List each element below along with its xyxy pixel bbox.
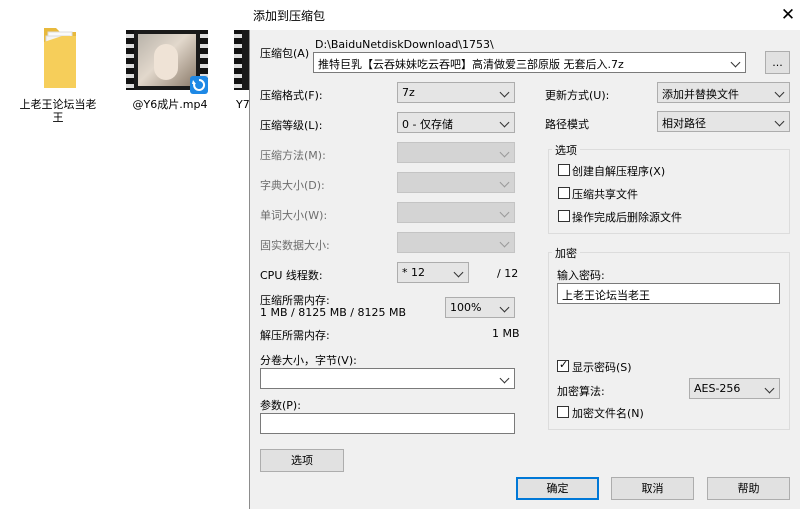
show-password-checkbox[interactable] [557, 358, 569, 372]
level-value: 0 - 仅存储 [402, 118, 453, 131]
encrypt-filenames-checkbox[interactable] [557, 406, 569, 418]
video-label-2: Y7 [236, 98, 249, 111]
desktop-folder[interactable]: 上老王论坛当老 王 [14, 18, 102, 128]
browse-button[interactable]: ... [765, 51, 790, 74]
format-value: 7z [402, 86, 415, 99]
sync-badge-icon [190, 76, 208, 94]
show-password-label: 显示密码(S) [572, 361, 632, 374]
encryption-method-select[interactable]: AES-256 [689, 378, 780, 399]
archive-filename: 推特巨乳【云吞妹妹吃云吞吧】高清做爱三部原版 无套后入.7z [318, 58, 624, 71]
desktop-video-file[interactable]: @Y6成片.mp4 [120, 26, 220, 116]
password-input[interactable]: 上老王论坛当老王 [557, 283, 780, 304]
video-label: @Y6成片.mp4 [132, 98, 208, 111]
word-size-select [397, 202, 515, 223]
dictionary-select [397, 172, 515, 193]
options-button[interactable]: 选项 [260, 449, 344, 472]
close-icon[interactable]: ✕ [776, 3, 800, 27]
delete-source-label: 操作完成后删除源文件 [572, 211, 682, 224]
cpu-threads-value: * 12 [402, 266, 425, 279]
method-label: 压缩方法(M): [260, 149, 326, 162]
path-mode-value: 相对路径 [662, 117, 706, 130]
split-volume-combo[interactable] [260, 368, 515, 389]
parameters-label: 参数(P): [260, 399, 301, 412]
encrypt-filenames-label: 加密文件名(N) [572, 407, 644, 420]
dialog-titlebar[interactable] [249, 0, 800, 30]
encryption-method-value: AES-256 [694, 382, 741, 395]
folder-icon [32, 22, 84, 94]
archive-folder-path: D:\BaiduNetdiskDownload\1753\ [315, 38, 494, 51]
archive-filename-combo[interactable]: 推特巨乳【云吞妹妹吃云吞吧】高清做爱三部原版 无套后入.7z [313, 52, 746, 73]
format-select[interactable]: 7z [397, 82, 515, 103]
parameters-input[interactable] [260, 413, 515, 434]
delete-source-checkbox[interactable] [558, 210, 570, 222]
cpu-threads-select[interactable]: * 12 [397, 262, 469, 283]
update-mode-select[interactable]: 添加并替换文件 [657, 82, 790, 103]
encryption-group-title: 加密 [552, 245, 580, 261]
archive-label: 压缩包(A) [260, 47, 310, 60]
options-group-title: 选项 [552, 142, 580, 158]
solid-block-label: 固实数据大小: [260, 239, 330, 252]
sfx-label: 创建自解压程序(X) [572, 165, 666, 178]
help-button[interactable]: 帮助 [707, 477, 790, 500]
format-label: 压缩格式(F): [260, 89, 323, 102]
video-thumbnail-2 [234, 30, 249, 90]
memory-percent-select[interactable]: 100% [445, 297, 515, 318]
cpu-threads-total: / 12 [497, 267, 519, 280]
method-select [397, 142, 515, 163]
shared-files-label: 压缩共享文件 [572, 188, 638, 201]
ok-button[interactable]: 确定 [516, 477, 599, 500]
update-mode-value: 添加并替换文件 [662, 88, 739, 101]
dictionary-label: 字典大小(D): [260, 179, 325, 192]
path-mode-select[interactable]: 相对路径 [657, 111, 790, 132]
cancel-button[interactable]: 取消 [611, 477, 694, 500]
split-volume-label: 分卷大小，字节(V): [260, 354, 357, 367]
password-label: 输入密码: [557, 269, 605, 282]
encryption-method-label: 加密算法: [557, 385, 605, 398]
memory-detail: 1 MB / 8125 MB / 8125 MB [260, 306, 406, 319]
dialog-title: 添加到压缩包 [253, 9, 326, 23]
shared-files-checkbox[interactable] [558, 187, 570, 199]
path-mode-label: 路径模式 [545, 118, 589, 131]
folder-label: 上老王论坛当老 王 [19, 98, 97, 124]
level-select[interactable]: 0 - 仅存储 [397, 112, 515, 133]
level-label: 压缩等级(L): [260, 119, 323, 132]
solid-block-select [397, 232, 515, 253]
sfx-checkbox[interactable] [558, 164, 570, 176]
update-mode-label: 更新方式(U): [545, 89, 610, 102]
desktop-video-file-2[interactable]: Y7 [230, 26, 249, 116]
word-size-label: 单词大小(W): [260, 209, 328, 222]
decompress-memory-value: 1 MB [492, 327, 520, 340]
memory-percent-value: 100% [450, 301, 482, 314]
decompress-memory-label: 解压所需内存: [260, 329, 330, 342]
cpu-threads-label: CPU 线程数: [260, 269, 323, 282]
